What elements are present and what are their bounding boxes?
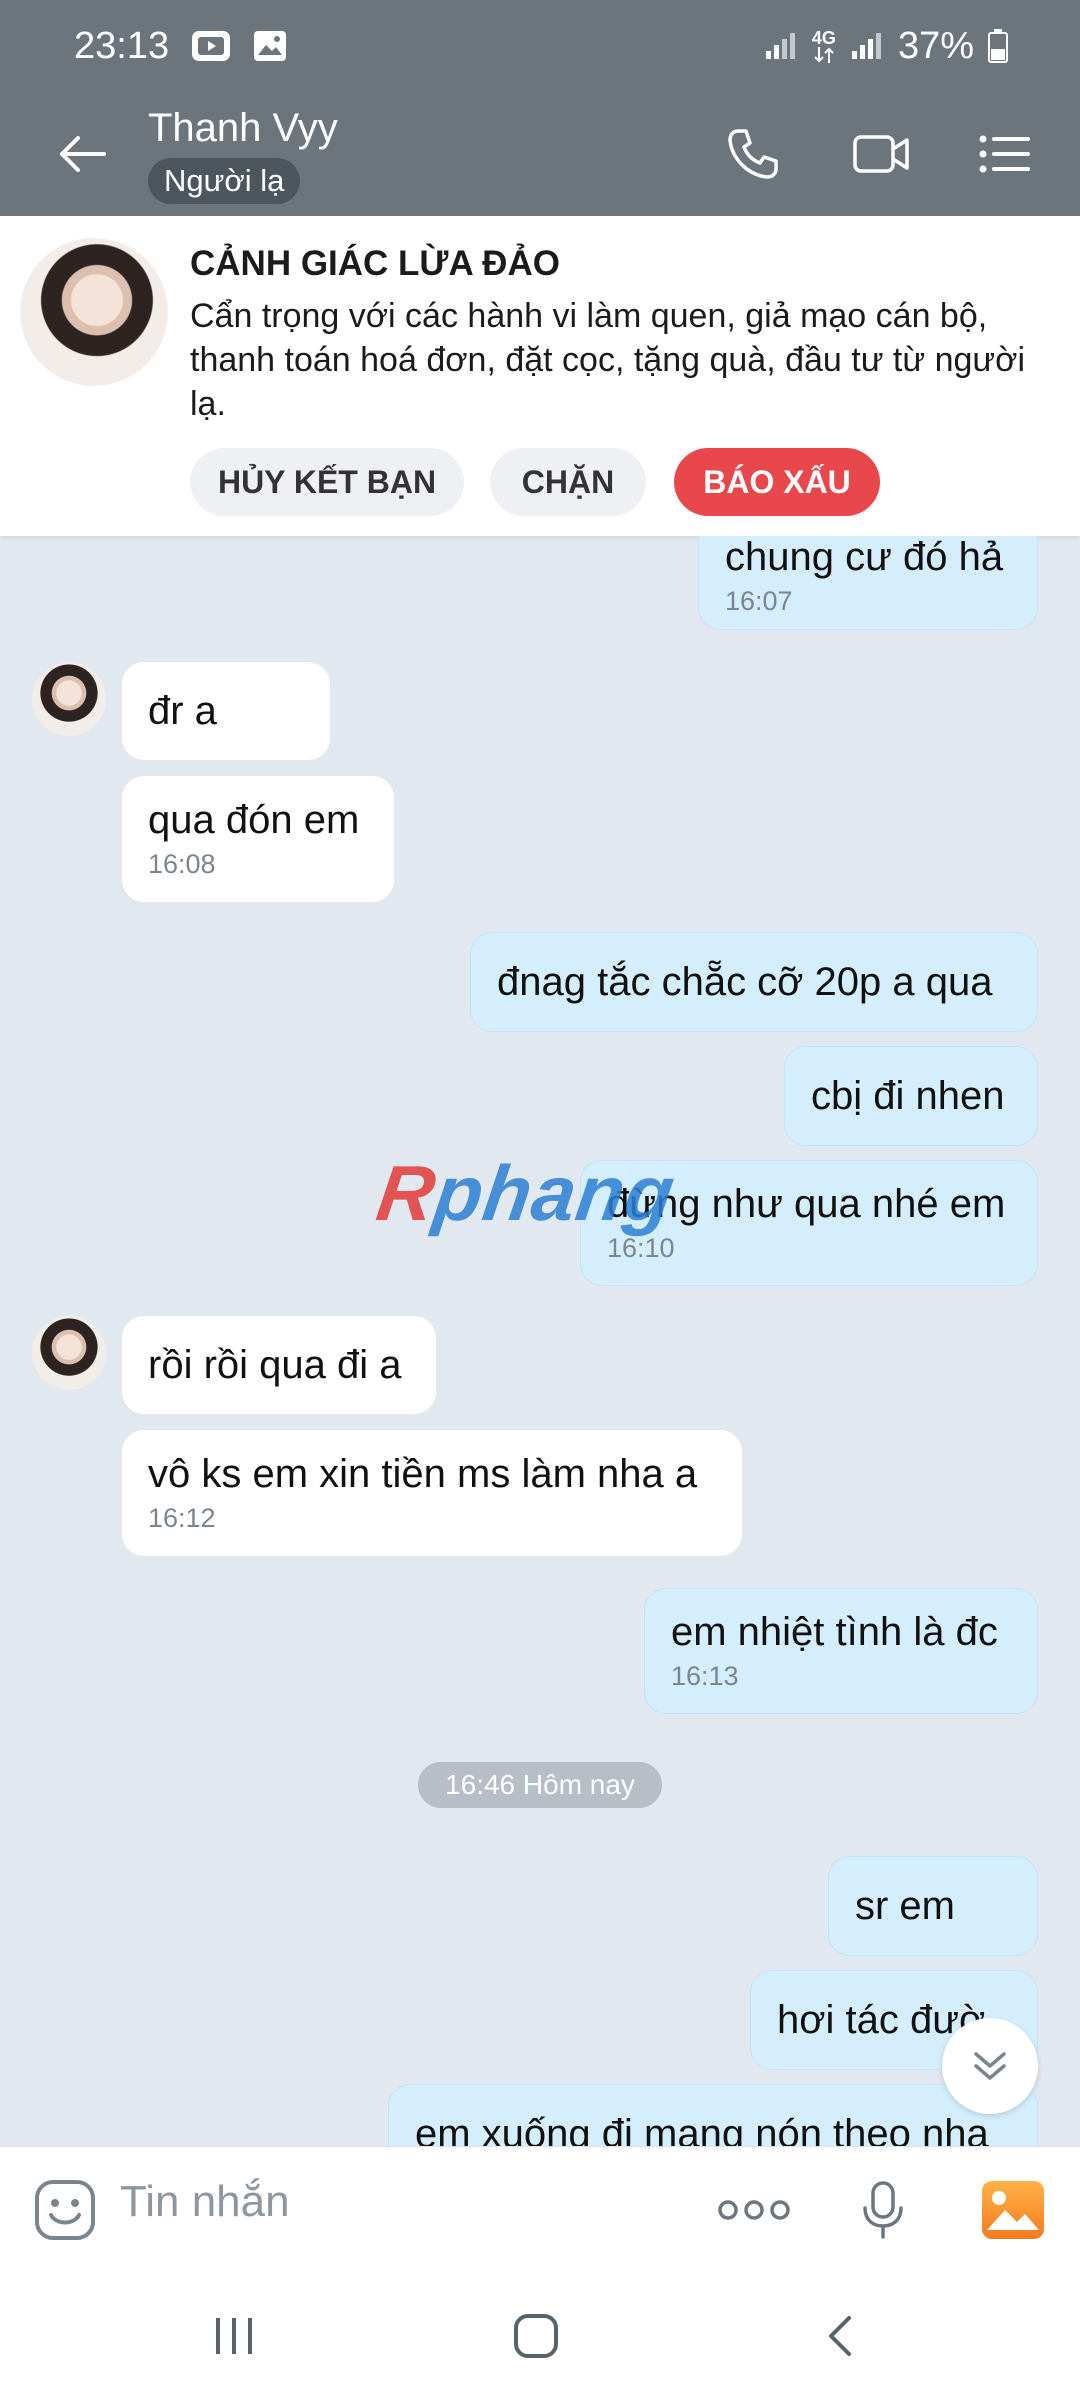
sticker-button[interactable] [30, 2175, 100, 2245]
message-outgoing[interactable]: sr em [828, 1856, 1038, 1956]
more-dots-icon [718, 2200, 790, 2220]
recent-apps-button[interactable] [194, 2304, 274, 2368]
message-outgoing[interactable]: đnag tắc chẵc cỡ 20p a qua [470, 932, 1038, 1032]
video-camera-icon [853, 135, 909, 173]
message-text: đr a [148, 688, 217, 733]
status-bar: 23:13 4G 37% [0, 0, 1080, 92]
phone-icon [728, 129, 778, 179]
message-text: em nhiệt tình là đc [671, 1610, 998, 1654]
message-outgoing[interactable]: cbị đi nhen [784, 1046, 1038, 1146]
status-time: 23:13 [74, 24, 170, 67]
send-image-button[interactable] [978, 2175, 1048, 2245]
message-outgoing[interactable]: em xuống đi mang nón theo nha [388, 2084, 1038, 2146]
back-nav-button[interactable] [800, 2304, 880, 2368]
message-incoming[interactable]: qua đón em 16:08 [122, 776, 394, 902]
home-icon [514, 2314, 558, 2358]
scam-warning-card: CẢNH GIÁC LỪA ĐẢO Cẩn trọng với các hành… [0, 216, 1080, 536]
message-outgoing[interactable]: em nhiệt tình là đc 16:13 [644, 1588, 1038, 1714]
block-button[interactable]: CHẶN [490, 448, 646, 516]
home-button[interactable] [496, 2304, 576, 2368]
signal-icon [764, 31, 798, 61]
photo-gallery-icon [982, 2181, 1044, 2239]
video-call-button[interactable] [846, 122, 916, 186]
warning-text: Cẩn trọng với các hành vi làm quen, giả … [190, 297, 1025, 423]
message-text: rồi rồi qua đi a [148, 1342, 402, 1387]
message-incoming[interactable]: vô ks em xin tiền ms làm nha a 16:12 [122, 1430, 742, 1556]
double-chevron-down-icon [974, 2052, 1006, 2080]
network-type-label: 4G [811, 28, 836, 48]
message-time: 16:12 [148, 1503, 216, 1533]
sender-avatar[interactable] [32, 662, 106, 736]
date-separator: 16:46 Hôm nay [418, 1762, 662, 1808]
signal-icon-2 [850, 31, 884, 61]
message-incoming[interactable]: rồi rồi qua đi a [122, 1316, 436, 1414]
contact-name[interactable]: Thanh Vyy [148, 106, 338, 151]
message-text: cbị đi nhen [811, 1073, 1005, 1118]
battery-percent: 37% [897, 24, 974, 67]
network-type-icon: 4G [812, 29, 836, 63]
voice-call-button[interactable] [718, 122, 788, 186]
message-text: vô ks em xin tiền ms làm nha a [148, 1452, 698, 1496]
message-time: 16:08 [148, 849, 216, 879]
sender-avatar[interactable] [32, 1316, 106, 1390]
voice-message-button[interactable] [848, 2175, 918, 2245]
scroll-to-bottom-button[interactable] [942, 2018, 1038, 2114]
system-navigation-bar [0, 2270, 1080, 2400]
watermark-logo: Rphang [372, 1148, 681, 1239]
chat-header: Thanh Vyy Người lạ [0, 92, 1080, 216]
chat-options-button[interactable] [970, 122, 1040, 186]
recent-apps-icon [216, 2318, 252, 2354]
stranger-badge: Người lạ [148, 158, 301, 204]
more-options-button[interactable] [716, 2175, 792, 2245]
emoji-icon [35, 2180, 95, 2240]
back-arrow-icon [60, 136, 106, 172]
watermark-rest: phang [429, 1149, 681, 1237]
unfriend-button[interactable]: HỦY KẾT BẠN [190, 448, 464, 516]
message-text: sr em [855, 1883, 955, 1928]
battery-icon [988, 29, 1008, 63]
message-composer: Tin nhắn [0, 2146, 1080, 2270]
message-list[interactable]: chung cư đó hả 16:07 đr a qua đón em 16:… [0, 536, 1080, 2146]
microphone-icon [863, 2181, 903, 2239]
message-text: chung cư đó hả [725, 536, 1004, 579]
warning-title: CẢNH GIÁC LỪA ĐẢO [190, 244, 560, 283]
back-button[interactable] [50, 122, 114, 186]
message-outgoing[interactable]: chung cư đó hả 16:07 [698, 536, 1038, 630]
report-button[interactable]: BÁO XẤU [674, 448, 880, 516]
message-text: đnag tắc chẵc cỡ 20p a qua [497, 959, 993, 1004]
message-input[interactable]: Tin nhắn [120, 2177, 290, 2227]
gallery-notification-icon [253, 30, 287, 62]
back-chevron-icon [829, 2316, 851, 2356]
chat-screen: 23:13 4G 37% Thanh Vyy Người lạ CẢNH GIÁ… [0, 0, 1080, 2400]
message-text: qua đón em [148, 798, 360, 842]
message-time: 16:07 [725, 586, 793, 616]
message-incoming[interactable]: đr a [122, 662, 330, 760]
youtube-notification-icon [191, 30, 231, 62]
message-time: 16:13 [671, 1661, 739, 1691]
contact-avatar[interactable] [20, 238, 168, 386]
message-text: em xuống đi mang nón theo nha [415, 2111, 989, 2147]
menu-list-icon [979, 135, 1030, 173]
